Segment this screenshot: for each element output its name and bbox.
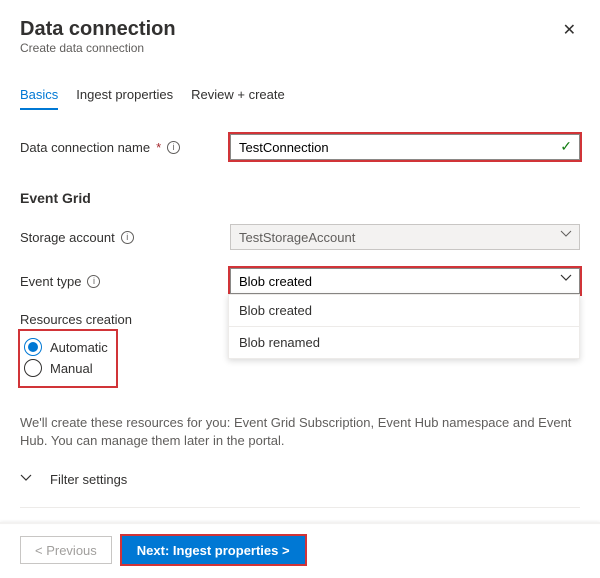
page-subtitle: Create data connection — [20, 41, 176, 55]
radio-icon — [24, 359, 42, 377]
tab-basics[interactable]: Basics — [20, 83, 58, 110]
page-title: Data connection — [20, 18, 176, 41]
info-icon[interactable]: i — [167, 141, 180, 154]
required-indicator: * — [156, 140, 161, 155]
event-type-dropdown: Blob created Blob renamed — [228, 294, 580, 359]
check-icon: ✓ — [560, 138, 572, 155]
label-connection-name: Data connection name * i — [20, 140, 230, 155]
info-icon[interactable]: i — [87, 275, 100, 288]
tab-bar: Basics Ingest properties Review + create — [20, 83, 580, 110]
footer-divider — [0, 522, 600, 524]
tab-ingest-properties[interactable]: Ingest properties — [76, 83, 173, 110]
resources-radio-group: Automatic Manual — [20, 331, 116, 386]
connection-name-input[interactable] — [230, 134, 580, 160]
dropdown-option-blob-renamed[interactable]: Blob renamed — [229, 327, 579, 358]
label-storage-account: Storage account i — [20, 230, 230, 245]
info-icon[interactable]: i — [121, 231, 134, 244]
radio-manual[interactable]: Manual — [24, 359, 108, 377]
previous-button: < Previous — [20, 536, 112, 564]
radio-icon — [24, 338, 42, 356]
filter-settings-toggle[interactable]: Filter settings — [20, 472, 580, 499]
divider — [20, 507, 580, 508]
event-type-select[interactable] — [230, 268, 580, 294]
section-event-grid: Event Grid — [20, 190, 580, 206]
next-button[interactable]: Next: Ingest properties > — [122, 536, 305, 564]
close-icon[interactable]: ✕ — [559, 18, 580, 42]
dropdown-option-blob-created[interactable]: Blob created — [229, 295, 579, 327]
tab-review-create[interactable]: Review + create — [191, 83, 285, 110]
wizard-footer: < Previous Next: Ingest properties > — [20, 536, 305, 564]
radio-automatic[interactable]: Automatic — [24, 338, 108, 356]
chevron-down-icon — [20, 472, 32, 487]
help-text: We'll create these resources for you: Ev… — [20, 414, 580, 450]
storage-account-select[interactable] — [230, 224, 580, 250]
label-event-type: Event type i — [20, 274, 230, 289]
